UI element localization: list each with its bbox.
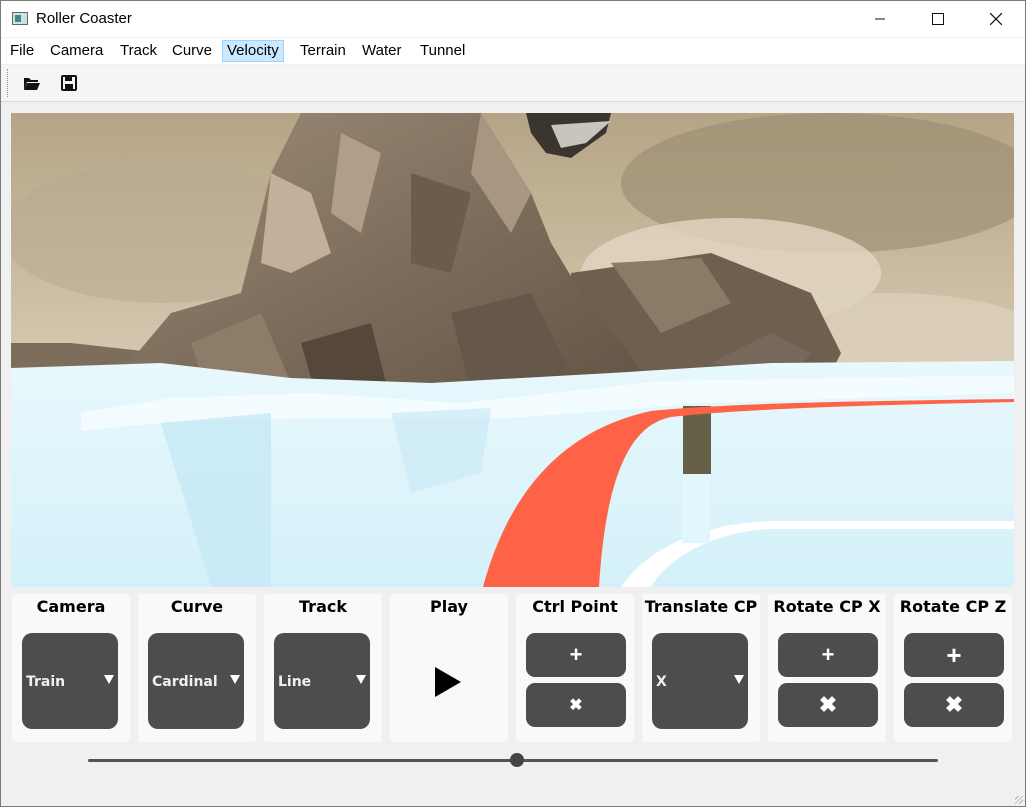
ctrl-point-panel: Ctrl Point + ✖ (516, 594, 634, 742)
menu-water[interactable]: Water (358, 40, 405, 62)
rotate-cp-z-title: Rotate CP Z (899, 597, 1007, 616)
add-ctrl-point-button[interactable]: + (526, 633, 626, 677)
menu-track[interactable]: Track (116, 40, 161, 62)
cross-icon: ✖ (569, 697, 583, 714)
floppy-disk-icon (61, 75, 77, 91)
chevron-down-icon (356, 675, 366, 684)
chevron-down-icon (734, 675, 744, 684)
rotate-z-increase-button[interactable]: + (904, 633, 1004, 677)
rotate-cp-x-title: Rotate CP X (773, 597, 881, 616)
chevron-down-icon (230, 675, 240, 684)
close-button[interactable] (967, 1, 1025, 37)
curve-panel: Curve Cardinal (138, 594, 256, 742)
open-button[interactable] (19, 71, 45, 95)
cross-icon: ✖ (944, 692, 964, 717)
translate-cp-dropdown[interactable]: X (652, 633, 748, 729)
close-icon (990, 13, 1002, 25)
menu-velocity[interactable]: Velocity (222, 40, 284, 62)
resize-grip[interactable] (1015, 796, 1023, 804)
scene-render (11, 113, 1014, 587)
menu-file[interactable]: File (6, 40, 38, 62)
menu-camera[interactable]: Camera (46, 40, 107, 62)
menu-terrain[interactable]: Terrain (296, 40, 350, 62)
maximize-button[interactable] (909, 1, 967, 37)
camera-value: Train (26, 674, 66, 690)
title-bar: Roller Coaster (1, 1, 1025, 37)
play-icon[interactable] (435, 667, 461, 697)
menu-tunnel[interactable]: Tunnel (416, 40, 469, 62)
window-title: Roller Coaster (36, 10, 132, 27)
camera-dropdown[interactable]: Train (22, 633, 118, 729)
remove-ctrl-point-button[interactable]: ✖ (526, 683, 626, 727)
rotate-cp-z-panel: Rotate CP Z + ✖ (894, 594, 1012, 742)
slider-handle[interactable] (510, 753, 524, 767)
menu-curve[interactable]: Curve (168, 40, 216, 62)
minimize-button[interactable] (851, 1, 909, 37)
rotate-x-decrease-button[interactable]: ✖ (778, 683, 878, 727)
translate-cp-title: Translate CP (644, 597, 758, 616)
save-button[interactable] (56, 71, 82, 95)
app-icon (12, 12, 28, 25)
folder-open-icon (24, 78, 40, 90)
camera-panel: Camera Train (12, 594, 130, 742)
track-value: Line (278, 674, 312, 690)
translate-cp-value: X (656, 674, 667, 690)
curve-value: Cardinal (152, 674, 218, 690)
ctrl-point-title: Ctrl Point (532, 597, 618, 616)
curve-dropdown[interactable]: Cardinal (148, 633, 244, 729)
maximize-icon (932, 13, 944, 25)
toolbar (1, 65, 1025, 102)
plus-icon: + (946, 639, 962, 670)
cross-icon: ✖ (818, 692, 838, 717)
play-title: Play (430, 597, 468, 616)
play-panel: Play (390, 594, 508, 742)
toolbar-grip[interactable] (7, 69, 11, 97)
menu-bar: File Camera Track Curve Velocity Terrain… (1, 38, 1025, 64)
chevron-down-icon (104, 675, 114, 684)
rotate-x-increase-button[interactable]: + (778, 633, 878, 677)
rotate-cp-x-panel: Rotate CP X + ✖ (768, 594, 886, 742)
track-panel: Track Line (264, 594, 382, 742)
curve-title: Curve (170, 597, 224, 616)
track-title: Track (299, 597, 347, 616)
3d-viewport[interactable] (11, 113, 1014, 587)
camera-title: Camera (36, 597, 106, 616)
track-dropdown[interactable]: Line (274, 633, 370, 729)
plus-icon: + (569, 642, 583, 667)
rotate-z-decrease-button[interactable]: ✖ (904, 683, 1004, 727)
translate-cp-panel: Translate CP X (642, 594, 760, 742)
plus-icon: + (821, 642, 835, 667)
minimize-icon (875, 18, 885, 20)
